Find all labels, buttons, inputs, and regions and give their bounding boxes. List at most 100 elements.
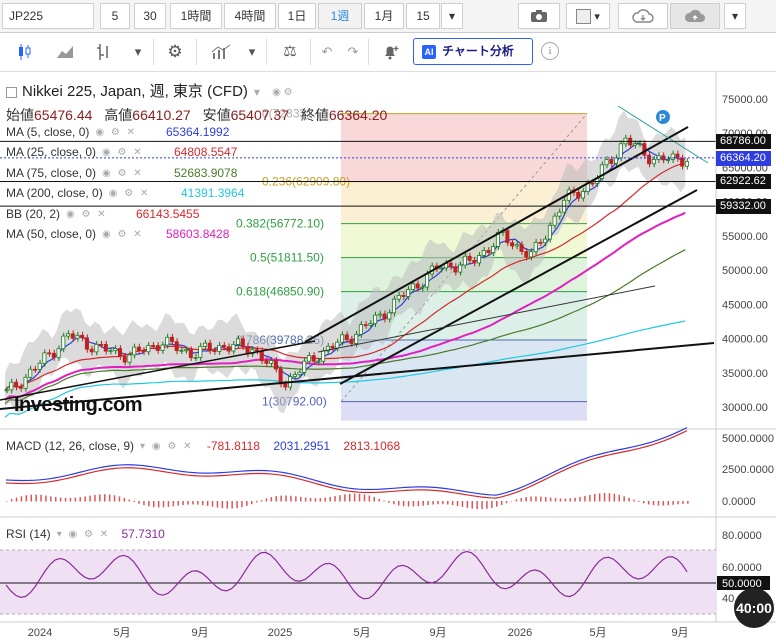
fib-level-label: 0.618(46850.90) <box>236 285 324 299</box>
timeframe-1h[interactable]: 1時間 <box>170 3 222 29</box>
candle-body <box>226 346 231 352</box>
candle-body <box>651 159 656 165</box>
chart-type-dropdown[interactable]: ▾ <box>128 38 148 66</box>
macd-value-3: 2813.1068 <box>343 439 401 453</box>
bar-chart-button[interactable] <box>88 38 118 66</box>
indicator-controls-icon[interactable]: ◉ ⚙ ✕ <box>95 127 137 138</box>
macd-histogram-bar <box>290 495 292 502</box>
ai-chart-analysis-button[interactable]: AI チャート分析 <box>413 38 533 65</box>
indicator-controls-icon[interactable]: ◉ ⚙ ✕ <box>102 229 144 240</box>
timeframe-5[interactable]: 5 <box>100 3 130 29</box>
macd-histogram-bar <box>221 501 224 509</box>
timeframe-1m[interactable]: 1月 <box>364 3 404 29</box>
candle-body <box>580 191 585 199</box>
macd-histogram-bar <box>45 495 47 502</box>
candle-body <box>127 354 132 363</box>
macd-histogram-bar <box>304 497 307 502</box>
macd-histogram-bar <box>206 501 209 506</box>
timeframe-15[interactable]: 15 <box>406 3 440 29</box>
rsi-axis-label: 80.0000 <box>722 530 762 542</box>
indicator-row[interactable]: MA (50, close, 0) ◉ ⚙ ✕ 58603.8428 <box>6 227 229 241</box>
redo-button[interactable]: ↷ <box>342 38 364 66</box>
indicator-row[interactable]: MA (75, close, 0) ◉ ⚙ ✕ 52683.9078 <box>6 166 237 180</box>
compare-button[interactable]: ⚖ <box>274 38 306 66</box>
rsi-value: 57.7310 <box>121 527 165 541</box>
candle-body <box>614 157 619 164</box>
area-chart-icon <box>57 46 73 58</box>
fib-level-label: 0.382(56772.10) <box>236 217 324 231</box>
indicators-dropdown[interactable]: ▾ <box>242 38 262 66</box>
timeframe-dropdown[interactable]: ▾ <box>441 3 463 29</box>
indicator-row[interactable]: MA (25, close, 0) ◉ ⚙ ✕ 64808.5547 <box>6 145 237 159</box>
candle-type-button[interactable] <box>10 38 40 66</box>
indicator-row[interactable]: BB (20, 2) ◉ ⚙ ✕ 66143.5455 <box>6 207 199 221</box>
candle-body <box>51 352 56 358</box>
candle-body <box>212 350 217 353</box>
indicator-row[interactable]: MA (200, close, 0) ◉ ⚙ ✕ 41391.3964 <box>6 186 244 200</box>
macd-histogram-bar <box>40 494 42 502</box>
caret-down-icon: ▾ <box>248 44 256 59</box>
macd-histogram-bar <box>589 494 591 502</box>
symbol-input[interactable]: JP225 <box>2 3 94 29</box>
settings-button[interactable]: ⚙ <box>160 38 190 66</box>
zoom-button[interactable]: 40:00 <box>734 588 774 628</box>
candle-body <box>264 360 269 364</box>
candle-body <box>70 333 75 339</box>
collapse-box-icon[interactable] <box>6 86 17 98</box>
indicator-controls-icon[interactable]: ◉ ⚙ ✕ <box>102 168 144 179</box>
alert-button[interactable] <box>376 38 406 66</box>
macd-histogram-bar <box>79 497 81 502</box>
macd-histogram-bar <box>368 495 371 502</box>
macd-histogram-bar <box>30 494 32 502</box>
area-chart-button[interactable] <box>50 38 80 66</box>
timeframe-1w[interactable]: 1週 <box>318 3 362 29</box>
candle-body <box>4 389 9 392</box>
macd-histogram-bar <box>417 501 420 507</box>
screenshot-button[interactable] <box>518 3 560 29</box>
macd-histogram-bar <box>496 501 498 507</box>
macd-histogram-bar <box>280 495 282 502</box>
indicators-button[interactable] <box>204 38 238 66</box>
time-axis-label: 2025 <box>268 627 292 639</box>
candle-body <box>117 348 123 357</box>
candle-body <box>510 242 515 247</box>
instrument-title: Nikkei 225, Japan, 週, 東京 (CFD) <box>22 83 248 100</box>
candle-body <box>221 344 226 348</box>
macd-histogram-bar <box>481 501 483 510</box>
timeframe-1d[interactable]: 1日 <box>278 3 316 29</box>
candle-body <box>524 251 529 258</box>
indicator-controls-icon[interactable]: ◉ ⚙ ✕ <box>66 209 108 220</box>
macd-histogram-bar <box>314 498 317 502</box>
cloud-save-button[interactable] <box>670 3 720 29</box>
candle-body <box>136 346 141 351</box>
indicator-controls-icon[interactable]: ◉ ⚙ ✕ <box>109 188 151 199</box>
macd-histogram-bar <box>383 500 385 502</box>
undo-button[interactable]: ↶ <box>316 38 338 66</box>
macd-histogram-bar <box>35 494 37 502</box>
time-axis-label: 2024 <box>28 627 52 639</box>
candle-body <box>108 350 113 353</box>
macd-histogram-bar <box>104 494 106 502</box>
cloud-load-button[interactable] <box>618 3 668 29</box>
indicator-value: 64808.5547 <box>174 145 238 159</box>
macd-histogram-bar <box>216 501 219 508</box>
chart-style-button[interactable]: ▾ <box>566 3 610 29</box>
candle-body <box>151 345 156 347</box>
info-icon[interactable]: i <box>541 42 559 60</box>
candle-body <box>391 298 397 314</box>
macd-histogram-bar <box>491 501 493 508</box>
indicator-value: 66143.5455 <box>136 207 200 221</box>
candle-body <box>533 241 538 253</box>
macd-histogram-bar <box>505 501 508 504</box>
indicator-controls-icon[interactable]: ◉ ⚙ ✕ <box>102 147 144 158</box>
macd-histogram-bar <box>255 501 258 503</box>
cloud-dropdown[interactable]: ▾ <box>724 3 746 29</box>
timeframe-4h[interactable]: 4時間 <box>224 3 276 29</box>
close-label: 終値 <box>300 107 329 123</box>
price-axis-label: 45000.00 <box>722 299 768 311</box>
timeframe-30[interactable]: 30 <box>134 3 166 29</box>
candle-body <box>344 334 349 340</box>
candle-body <box>642 143 647 156</box>
legend-eye-icon[interactable]: ◉ ⚙ <box>272 87 292 98</box>
indicator-row[interactable]: MA (5, close, 0) ◉ ⚙ ✕ 65364.1992 <box>6 125 229 139</box>
